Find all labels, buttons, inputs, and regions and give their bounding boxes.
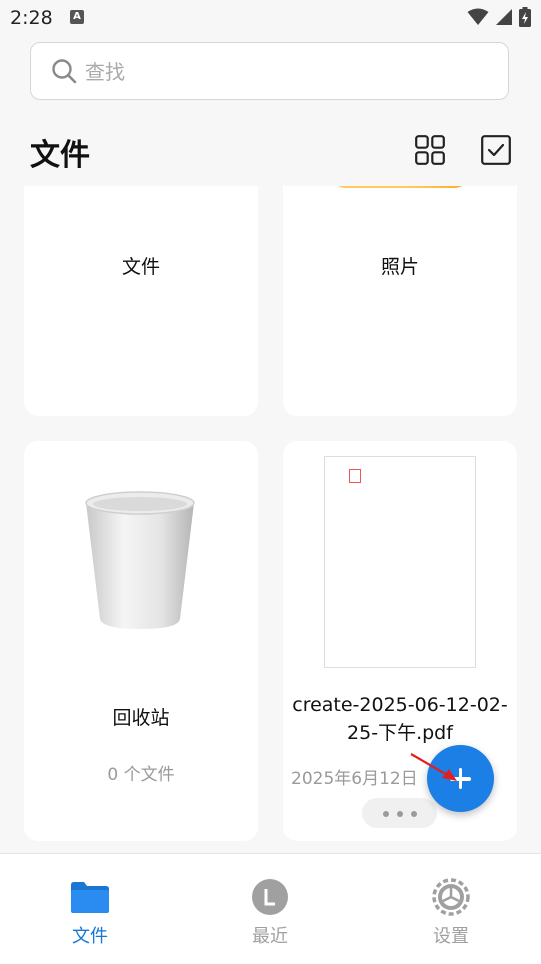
card-file-count: 0 个文件	[107, 765, 175, 785]
search-icon	[52, 59, 77, 84]
search-input[interactable]	[83, 55, 487, 89]
card-label: 回收站	[112, 707, 170, 729]
card-date: 2025年6月12日	[291, 769, 418, 789]
bottom-navigation: 文件 最近 设置	[0, 853, 541, 964]
card-label: 照片	[380, 256, 419, 278]
battery-icon	[519, 7, 531, 27]
nav-label: 文件	[72, 926, 108, 947]
photo-folder-thumbnail	[333, 186, 467, 188]
accessibility-notification-icon: A	[70, 10, 84, 24]
grid-view-icon[interactable]	[415, 135, 445, 165]
nav-item-settings[interactable]: 设置	[391, 854, 511, 964]
pdf-mark	[349, 469, 361, 483]
clock-icon	[252, 879, 288, 915]
card-label: create-2025-06-12-02-25-下午.pdf	[292, 694, 508, 744]
wifi-icon	[467, 8, 489, 25]
page-title: 文件	[30, 138, 90, 173]
signal-icon	[496, 9, 512, 25]
nav-item-recent[interactable]: 最近	[210, 854, 330, 964]
pdf-thumbnail	[324, 456, 476, 668]
folder-icon	[71, 882, 109, 913]
card-recycle-bin[interactable]: 回收站 0 个文件	[24, 441, 258, 841]
settings-icon	[432, 878, 470, 916]
nav-label: 设置	[433, 926, 469, 947]
trash-bin-icon	[85, 491, 195, 629]
search-bar[interactable]	[30, 42, 509, 100]
status-time: 2:28	[10, 7, 53, 29]
nav-item-files[interactable]: 文件	[30, 854, 150, 964]
card-files[interactable]: 文件	[24, 186, 258, 416]
more-options-button[interactable]	[362, 798, 437, 828]
status-bar: 2:28 A	[0, 0, 541, 36]
pointer-arrow-icon	[410, 753, 457, 781]
nav-label: 最近	[252, 926, 288, 947]
select-mode-icon[interactable]	[481, 135, 511, 165]
status-icons	[467, 7, 531, 27]
card-label: 文件	[121, 256, 160, 278]
card-photos[interactable]: 照片	[283, 186, 517, 416]
